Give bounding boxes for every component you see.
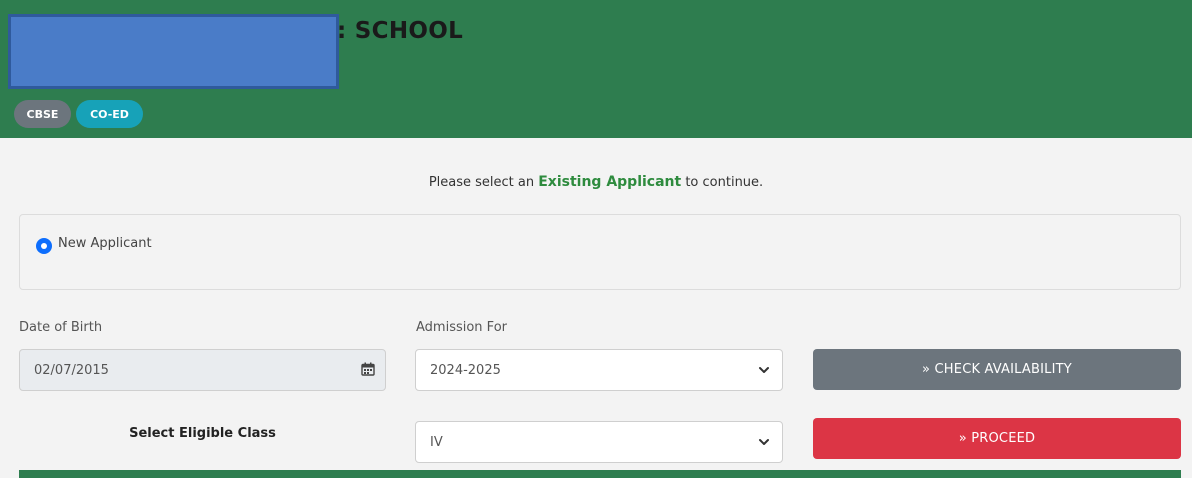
admission-label: Admission For	[416, 320, 507, 335]
chevron-down-icon	[759, 439, 769, 445]
new-applicant-radio[interactable]	[36, 238, 52, 254]
eligible-class-select[interactable]: IV	[415, 421, 783, 463]
admission-year-select[interactable]: 2024-2025	[415, 349, 783, 391]
eligible-class-value: IV	[430, 434, 443, 450]
redacted-school-name	[8, 14, 339, 89]
check-availability-button[interactable]: » CHECK AVAILABILITY	[813, 349, 1181, 390]
coed-badge: CO-ED	[76, 100, 143, 128]
chevron-down-icon	[759, 367, 769, 373]
instruction-suffix: to continue.	[681, 175, 764, 190]
eligible-class-label: Select Eligible Class	[129, 426, 276, 441]
dob-field[interactable]: 02/07/2015	[19, 349, 386, 391]
existing-applicant-link[interactable]: Existing Applicant	[538, 174, 681, 190]
proceed-button[interactable]: » PROCEED	[813, 418, 1181, 459]
applicant-selection-panel: New Applicant	[19, 214, 1181, 290]
footer-bar	[19, 470, 1181, 478]
admission-year-value: 2024-2025	[430, 362, 501, 378]
instruction-text: Please select an Existing Applicant to c…	[0, 174, 1192, 190]
dob-label: Date of Birth	[19, 320, 103, 335]
page-header: : SCHOOL CBSE CO-ED	[0, 0, 1192, 138]
instruction-prefix: Please select an	[428, 175, 539, 190]
dob-value: 02/07/2015	[34, 362, 109, 378]
calendar-icon[interactable]	[361, 362, 375, 376]
school-title: : SCHOOL	[337, 18, 464, 44]
board-badge: CBSE	[14, 100, 71, 128]
new-applicant-label[interactable]: New Applicant	[58, 236, 152, 251]
